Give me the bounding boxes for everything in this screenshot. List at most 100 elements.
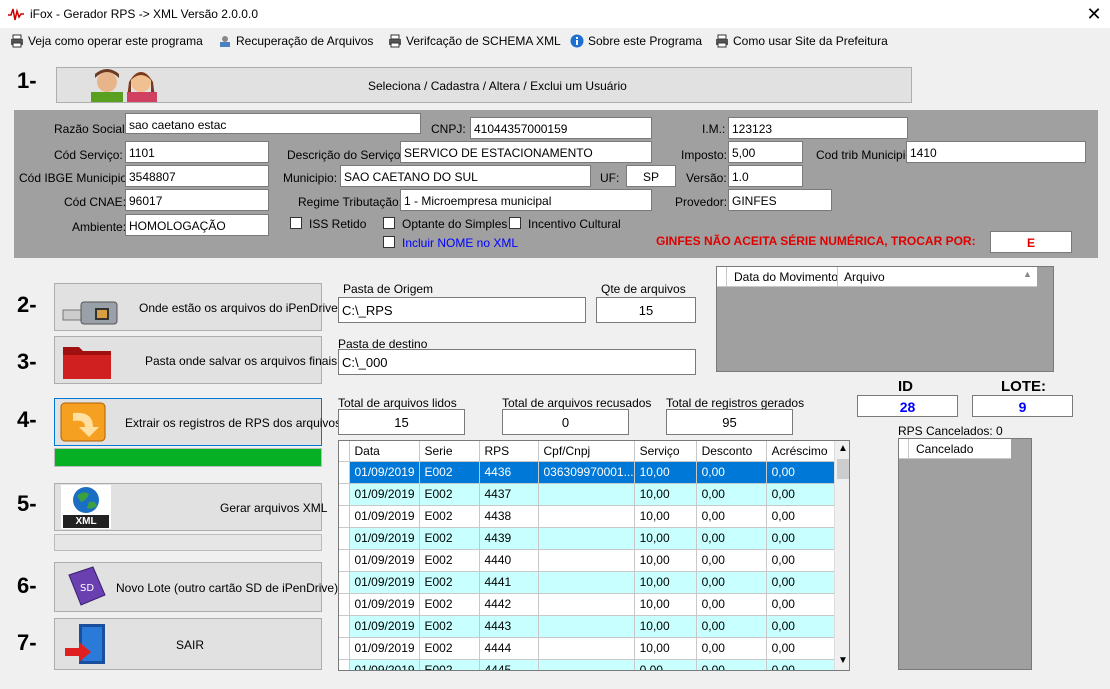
- row-header-cell[interactable]: [339, 483, 350, 506]
- table-row[interactable]: 01/09/2019 E002 4442 10,00 0,00 0,00: [339, 593, 837, 616]
- row-header-cell[interactable]: [339, 571, 350, 594]
- generate-xml-button[interactable]: XML Gerar arquivos XML: [54, 483, 327, 531]
- provedor-label: Provedor:: [675, 195, 728, 209]
- rps-grid[interactable]: Data Serie RPS Cpf/Cnpj Serviço Desconto…: [338, 440, 850, 671]
- table-cell: 4436: [479, 461, 539, 484]
- table-cell: 10,00: [634, 461, 697, 484]
- im-field[interactable]: 123123: [728, 117, 908, 139]
- provedor-field[interactable]: GINFES: [728, 189, 832, 211]
- extract-progress-bar: [54, 448, 322, 467]
- table-cell: 0,00: [766, 615, 837, 638]
- lote-field[interactable]: 9: [972, 395, 1073, 417]
- regime-field[interactable]: 1 - Microempresa municipal: [400, 189, 652, 211]
- menu-item-about[interactable]: Sobre este Programa: [570, 34, 702, 48]
- table-cell: 4442: [479, 593, 539, 616]
- users-icon: [91, 69, 157, 102]
- table-row[interactable]: 01/09/2019 E002 4438 10,00 0,00 0,00: [339, 505, 837, 528]
- table-cell: 10,00: [634, 615, 697, 638]
- cnae-field[interactable]: 96017: [125, 189, 269, 211]
- serie-substitute-field[interactable]: E: [990, 231, 1072, 253]
- exit-button[interactable]: SAIR: [54, 618, 322, 670]
- table-row[interactable]: 01/09/2019 E002 4439 10,00 0,00 0,00: [339, 527, 837, 550]
- row-header-cell: [339, 441, 350, 462]
- lidos-field[interactable]: 15: [338, 409, 465, 435]
- col-serie: Serie: [419, 441, 480, 462]
- table-row[interactable]: 01/09/2019 E002 4437 10,00 0,00 0,00: [339, 483, 837, 506]
- info-icon: [570, 34, 584, 48]
- dest-folder-button[interactable]: Pasta onde salvar os arquivos finais: [54, 336, 337, 384]
- sort-up-icon[interactable]: ▲: [1023, 269, 1032, 279]
- table-row[interactable]: 01/09/2019 E002 4440 10,00 0,00 0,00: [339, 549, 837, 572]
- scroll-down-icon[interactable]: ▼: [838, 655, 848, 666]
- id-field[interactable]: 28: [857, 395, 958, 417]
- table-cell: 4445: [479, 659, 539, 670]
- recusados-field[interactable]: 0: [502, 409, 629, 435]
- extract-button[interactable]: Extrair os registros de RPS dos arquivos: [54, 398, 341, 446]
- select-user-button[interactable]: Seleciona / Cadastra / Altera / Exclui u…: [56, 67, 912, 103]
- desc-servico-field[interactable]: SERVICO DE ESTACIONAMENTO: [400, 141, 652, 163]
- municipio-field[interactable]: SAO CAETANO DO SUL: [340, 165, 591, 187]
- table-row[interactable]: 01/09/2019 E002 4443 10,00 0,00 0,00: [339, 615, 837, 638]
- menu-item-schema-check[interactable]: Verifcação de SCHEMA XML: [388, 34, 561, 48]
- row-header-cell: [899, 439, 909, 459]
- table-cell: E002: [419, 593, 480, 616]
- table-cell: 10,00: [634, 527, 697, 550]
- menu-label: Recuperação de Arquivos: [236, 34, 374, 48]
- incentivo-checkbox[interactable]: [509, 217, 521, 229]
- table-row[interactable]: 01/09/2019 E002 4445 0,00 0,00 0,00: [339, 659, 837, 670]
- destino-field[interactable]: C:\_000: [338, 349, 696, 375]
- row-header-cell[interactable]: [339, 659, 350, 670]
- cod-trib-field[interactable]: 1410: [906, 141, 1086, 163]
- origem-label: Pasta de Origem: [343, 282, 434, 296]
- iss-retido-checkbox[interactable]: [290, 217, 302, 229]
- table-row[interactable]: 01/09/2019 E002 4441 10,00 0,00 0,00: [339, 571, 837, 594]
- origem-field[interactable]: C:\_RPS: [338, 297, 586, 323]
- table-cell: 01/09/2019: [349, 593, 420, 616]
- incluir-nome-checkbox[interactable]: [383, 236, 395, 248]
- table-row[interactable]: 01/09/2019 E002 4444 10,00 0,00 0,00: [339, 637, 837, 660]
- row-header-cell[interactable]: [339, 505, 350, 528]
- row-header-cell[interactable]: [339, 615, 350, 638]
- cnpj-field[interactable]: 41044357000159: [470, 117, 652, 139]
- ambiente-field[interactable]: HOMOLOGAÇÃO: [125, 214, 269, 236]
- scroll-up-icon[interactable]: ▲: [838, 443, 848, 454]
- col-rps: RPS: [479, 441, 539, 462]
- gerados-field[interactable]: 95: [666, 409, 793, 435]
- row-header-cell[interactable]: [339, 461, 350, 484]
- table-cell: 0,00: [696, 505, 767, 528]
- scroll-thumb[interactable]: [837, 459, 849, 479]
- versao-field[interactable]: 1.0: [728, 165, 803, 187]
- table-cell: 01/09/2019: [349, 659, 420, 670]
- printer-icon: [11, 34, 23, 48]
- close-icon[interactable]: ✕: [1082, 2, 1106, 26]
- qte-field[interactable]: 15: [596, 297, 696, 323]
- simples-checkbox[interactable]: [383, 217, 395, 229]
- row-header-cell[interactable]: [339, 593, 350, 616]
- origin-folder-button[interactable]: Onde estão os arquivos do iPenDrive: [54, 283, 338, 331]
- serie-warning: GINFES NÃO ACEITA SÉRIE NUMÉRICA, TROCAR…: [656, 234, 976, 248]
- folder-icon: [63, 347, 111, 379]
- files-col-date: Data do Movimento: [734, 270, 839, 284]
- menu-label: Verifcação de SCHEMA XML: [406, 34, 561, 48]
- cod-ibge-field[interactable]: 3548807: [125, 165, 269, 187]
- menu-item-prefeitura-site[interactable]: Como usar Site da Prefeitura: [715, 34, 888, 48]
- files-grid[interactable]: Data do Movimento Arquivo ▲: [716, 266, 1054, 372]
- files-col-file: Arquivo: [844, 270, 885, 284]
- menu-item-how-to-operate[interactable]: Veja como operar este programa: [10, 34, 203, 48]
- cod-servico-field[interactable]: 1101: [125, 141, 269, 163]
- razao-social-field[interactable]: sao caetano estac: [125, 113, 421, 134]
- cancelados-col: Cancelado: [916, 442, 974, 456]
- uf-field[interactable]: SP: [626, 165, 676, 187]
- imposto-field[interactable]: 5,00: [728, 141, 803, 163]
- menu-item-recovery[interactable]: Recuperação de Arquivos: [218, 34, 373, 48]
- rps-scrollbar[interactable]: ▲ ▼: [834, 441, 849, 670]
- row-header-cell[interactable]: [339, 527, 350, 550]
- row-header-cell[interactable]: [339, 549, 350, 572]
- cod-ibge-label: Cód IBGE Municipio:: [19, 171, 131, 185]
- cancelados-grid[interactable]: Cancelado: [898, 438, 1032, 670]
- globe-icon: [73, 487, 99, 513]
- row-header-cell[interactable]: [339, 637, 350, 660]
- table-row[interactable]: 01/09/2019 E002 4436 036309970001... 10,00 0,…: [339, 461, 837, 484]
- lidos-label: Total de arquivos lidos: [338, 396, 457, 410]
- new-lot-button[interactable]: SD Novo Lote (outro cartão SD de iPenDri…: [54, 562, 338, 612]
